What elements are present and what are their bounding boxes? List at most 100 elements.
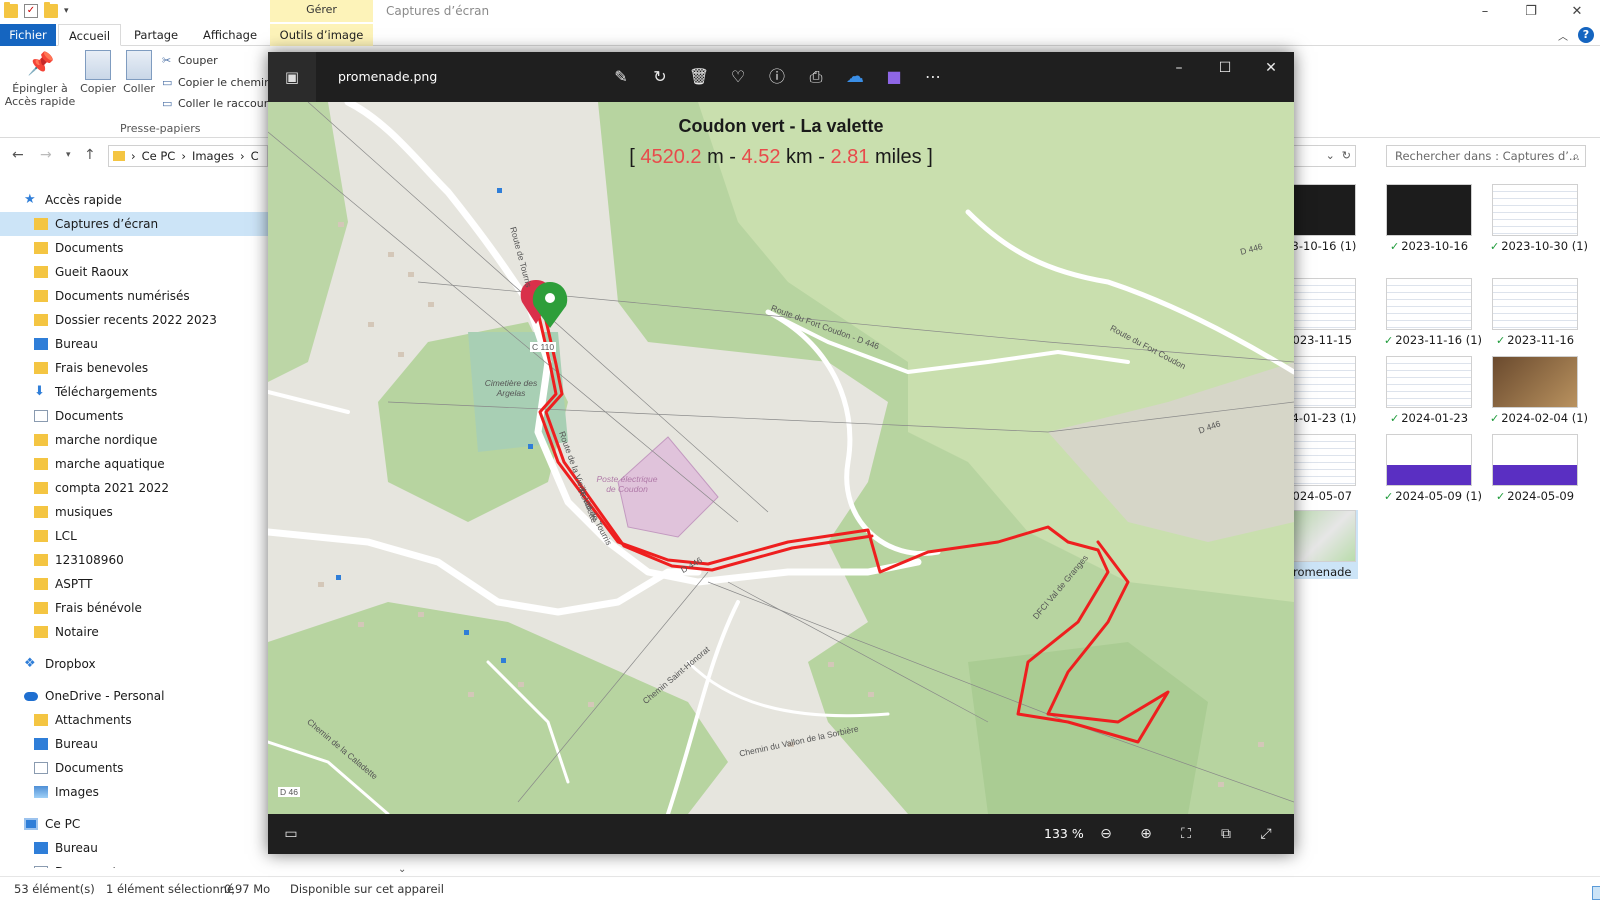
viewer-maximize-icon[interactable]: ☐ <box>1202 52 1248 84</box>
maximize-icon[interactable]: ❐ <box>1508 0 1554 24</box>
rotate-icon[interactable]: ↻ <box>649 66 671 88</box>
filmstrip-icon[interactable]: ▭ <box>280 823 302 845</box>
nav-item[interactable]: Documents <box>0 404 268 428</box>
paste-shortcut-button[interactable]: ▭ Coller le raccourci <box>162 97 277 110</box>
minimize-icon[interactable]: – <box>1462 0 1508 24</box>
nav-item[interactable]: Captures d’écran <box>0 212 268 236</box>
tab-partage[interactable]: Partage <box>124 24 188 46</box>
copy-path-button[interactable]: ▭ Copier le chemin <box>162 76 271 89</box>
distance-meters: 4520.2 <box>640 146 702 168</box>
nav-item-label: marche aquatique <box>55 457 165 471</box>
new-folder-icon[interactable] <box>44 2 58 18</box>
nav-item[interactable]: Documents <box>0 860 268 868</box>
nav-item[interactable]: ★ Accès rapide <box>0 188 268 212</box>
nav-item[interactable]: Attachments <box>0 708 268 732</box>
collapse-ribbon-icon[interactable]: ︿ <box>1558 28 1568 43</box>
thumbnail-item[interactable]: ✓ 2024-05-09 <box>1490 434 1580 503</box>
nav-item[interactable]: Frais bénévole <box>0 596 268 620</box>
thumbnail-item[interactable]: ✓ 2024-02-04 (1) <box>1490 356 1588 425</box>
thumbnail-item[interactable]: ✓ 2023-11-16 <box>1490 278 1580 347</box>
recent-locations-icon[interactable]: ▾ <box>66 150 71 160</box>
nav-item[interactable]: Bureau <box>0 836 268 860</box>
nav-item[interactable]: Images <box>0 780 268 804</box>
photos-app-icon[interactable]: ▣ <box>268 52 316 102</box>
zoom-out-icon[interactable]: ⊖ <box>1094 823 1118 845</box>
thumbnail-label-row: ✓ 2023-11-16 <box>1490 333 1580 347</box>
thumbnail-label: 2023-11-16 <box>1507 333 1575 347</box>
refresh-icon[interactable]: ↻ <box>1342 149 1351 162</box>
onedrive-icon[interactable]: ☁ <box>844 66 866 88</box>
cut-button[interactable]: ✂ Couper <box>162 54 218 67</box>
properties-icon[interactable]: ✓ <box>24 4 38 18</box>
paste-shortcut-label: Coller le raccourci <box>178 97 278 110</box>
thumbnail-item[interactable]: ✓ 2023-11-16 (1) <box>1384 278 1482 347</box>
nav-item[interactable]: Documents numérisés <box>0 284 268 308</box>
nav-item[interactable]: 123108960 <box>0 548 268 572</box>
breadcrumb[interactable]: › Ce PC › Images › C <box>108 145 268 167</box>
zoom-in-icon[interactable]: ⊕ <box>1134 823 1158 845</box>
nav-item-label: Ce PC <box>45 817 81 831</box>
nav-item[interactable]: compta 2021 2022 <box>0 476 268 500</box>
nav-item[interactable]: Bureau <box>0 732 268 756</box>
nav-item[interactable]: marche nordique <box>0 428 268 452</box>
viewer-minimize-icon[interactable]: – <box>1156 52 1202 84</box>
nav-item[interactable]: Documents <box>0 236 268 260</box>
actual-size-icon[interactable]: ⧉ <box>1214 823 1238 845</box>
large-icons-view-icon[interactable] <box>1592 886 1600 900</box>
nav-item[interactable]: Gueit Raoux <box>0 260 268 284</box>
qat-dropdown-icon[interactable]: ▾ <box>64 6 69 16</box>
paste-button[interactable]: Coller <box>120 46 158 95</box>
nav-item[interactable]: Dossier recents 2022 2023 <box>0 308 268 332</box>
close-icon[interactable]: ✕ <box>1554 0 1600 24</box>
copy-button[interactable]: Copier <box>78 46 118 95</box>
nav-item[interactable]: LCL <box>0 524 268 548</box>
breadcrumb-ce-pc[interactable]: Ce PC <box>142 149 176 163</box>
tab-affichage[interactable]: Affichage <box>193 24 267 46</box>
nav-item[interactable]: marche aquatique <box>0 452 268 476</box>
clipchamp-icon[interactable]: ■ <box>883 66 905 88</box>
map-label-road: D 46 <box>278 787 300 797</box>
info-icon[interactable]: ⓘ <box>766 66 788 88</box>
thumbnail-item[interactable]: ✓ 2023-10-16 <box>1384 184 1474 253</box>
viewer-close-icon[interactable]: ✕ <box>1248 52 1294 84</box>
chevron-down-icon[interactable]: ⌄ <box>1326 149 1335 162</box>
nav-item[interactable]: musiques <box>0 500 268 524</box>
fullscreen-icon[interactable]: ⤢ <box>1254 823 1278 845</box>
pin-quick-access-button[interactable]: 📌 Épingler à Accès rapide <box>4 46 76 108</box>
nav-item[interactable]: Ce PC <box>0 812 268 836</box>
nav-item[interactable]: ASPTT <box>0 572 268 596</box>
forward-icon[interactable]: → <box>40 147 52 163</box>
nav-item[interactable]: Notaire <box>0 620 268 644</box>
breadcrumb-images[interactable]: Images <box>192 149 234 163</box>
tab-accueil[interactable]: Accueil <box>58 24 122 46</box>
up-icon[interactable]: ↑ <box>84 147 96 163</box>
more-options-icon[interactable]: ⋯ <box>922 66 944 88</box>
fit-to-window-icon[interactable]: ⛶ <box>1174 823 1198 845</box>
nav-item[interactable]: OneDrive - Personal <box>0 684 268 708</box>
map-image[interactable]: Coudon vert - La valette [ 4520.2 m - 4.… <box>268 102 1294 814</box>
help-icon[interactable]: ? <box>1578 27 1594 43</box>
edit-image-icon[interactable]: ✎ <box>610 66 632 88</box>
copy-label: Copier <box>80 82 116 95</box>
nav-item[interactable]: Frais benevoles <box>0 356 268 380</box>
thumbnail-item[interactable]: ✓ 2024-01-23 <box>1384 356 1474 425</box>
thumbnail-item[interactable]: ✓ 2024-05-09 (1) <box>1384 434 1482 503</box>
nav-item[interactable]: Documents <box>0 756 268 780</box>
viewer-titlebar: ▣ promenade.png ✎ ↻ 🗑 ♡ ⓘ ⎙ ☁ ■ ⋯ – ☐ ✕ <box>268 52 1294 102</box>
thumbnail-item[interactable]: ✓ 2023-10-30 (1) <box>1490 184 1588 253</box>
breadcrumb-captures[interactable]: C <box>251 149 259 163</box>
nav-item[interactable]: ⬇ Téléchargements <box>0 380 268 404</box>
search-icon[interactable]: ⌕ <box>1573 146 1579 166</box>
nav-item[interactable]: Bureau <box>0 332 268 356</box>
search-input[interactable]: Rechercher dans : Captures d’... ⌕ <box>1386 145 1586 167</box>
status-availability: Disponible sur cet appareil <box>290 882 444 896</box>
tab-outils-image[interactable]: Outils d’image <box>270 24 373 46</box>
favorite-heart-icon[interactable]: ♡ <box>727 66 749 88</box>
tab-fichier[interactable]: Fichier <box>0 24 56 46</box>
back-icon[interactable]: ← <box>12 147 24 163</box>
print-icon[interactable]: ⎙ <box>805 66 827 88</box>
nav-item[interactable]: ❖ Dropbox <box>0 652 268 676</box>
delete-icon[interactable]: 🗑 <box>688 66 710 88</box>
zoom-level: 133 % <box>1044 826 1084 841</box>
scroll-down-icon[interactable]: ⌄ <box>398 864 406 875</box>
